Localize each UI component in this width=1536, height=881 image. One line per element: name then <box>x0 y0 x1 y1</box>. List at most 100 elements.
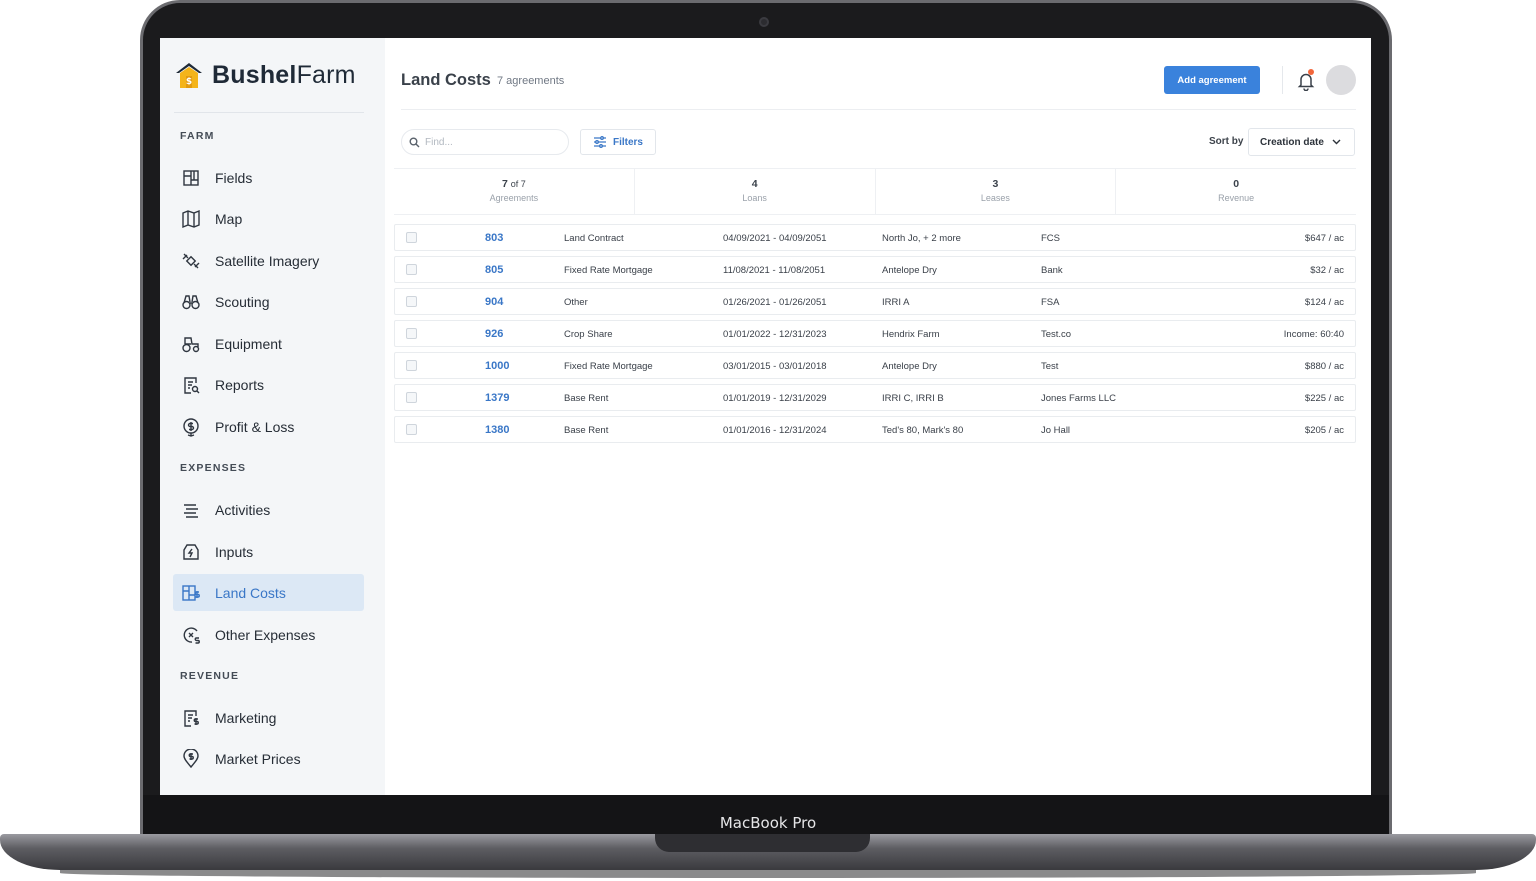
agreement-holder: Bank <box>1041 265 1063 276</box>
agreement-cost: Income: 60:40 <box>1283 329 1344 340</box>
stat-leases[interactable]: 3 Leases <box>876 169 1117 214</box>
row-checkbox[interactable] <box>406 360 417 371</box>
agreement-id-link[interactable]: 803 <box>485 232 503 244</box>
user-avatar[interactable] <box>1326 65 1356 95</box>
agreement-fields: IRRI A <box>882 297 910 308</box>
agreement-fields: IRRI C, IRRI B <box>882 393 944 404</box>
stat-value: 7 <box>501 178 508 190</box>
sidebar-item-label: Market Prices <box>215 750 301 767</box>
nav-section-revenue: REVENUE <box>180 670 240 682</box>
sort-value: Creation date <box>1260 136 1324 148</box>
sidebar-item-profit-loss[interactable]: Profit & Loss <box>173 408 364 445</box>
brand-divider <box>174 112 364 113</box>
table-row[interactable]: 805 Fixed Rate Mortgage 11/08/2021 - 11/… <box>394 256 1356 283</box>
agreement-type: Base Rent <box>564 425 609 436</box>
brand-logo-link[interactable]: $ BushelFarm <box>174 60 356 90</box>
sidebar-item-label: Profit & Loss <box>215 418 295 435</box>
table-row[interactable]: 1380 Base Rent 01/01/2016 - 12/31/2024 T… <box>394 416 1356 443</box>
agreement-holder: FCS <box>1041 233 1060 244</box>
agreements-list: 803 Land Contract 04/09/2021 - 04/09/205… <box>394 224 1356 448</box>
sidebar-item-label: Satellite Imagery <box>215 252 320 269</box>
stat-value: 0 <box>1233 178 1240 190</box>
row-checkbox[interactable] <box>406 232 417 243</box>
agreement-id-link[interactable]: 904 <box>485 296 503 308</box>
filters-label: Filters <box>612 136 643 148</box>
agreement-cost: $32 / ac <box>1310 265 1344 276</box>
agreement-holder: Test.co <box>1041 329 1072 340</box>
agreement-holder: Jones Farms LLC <box>1041 393 1116 404</box>
marketing-icon <box>184 709 199 727</box>
agreement-fields: Antelope Dry <box>882 361 937 372</box>
row-checkbox[interactable] <box>406 264 417 275</box>
row-checkbox[interactable] <box>406 296 417 307</box>
nav-section-farm: FARM <box>180 130 215 142</box>
agreement-id-link[interactable]: 805 <box>485 264 503 276</box>
sidebar-item-reports[interactable]: Reports <box>173 366 364 403</box>
sidebar-item-marketing[interactable]: Marketing <box>173 699 364 736</box>
table-row[interactable]: 803 Land Contract 04/09/2021 - 04/09/205… <box>394 224 1356 251</box>
stat-loans[interactable]: 4 Loans <box>635 169 876 214</box>
search-input[interactable] <box>425 136 565 148</box>
agreement-id-link[interactable]: 1380 <box>485 424 509 436</box>
filters-button[interactable]: Filters <box>580 129 656 155</box>
search-icon <box>409 137 420 147</box>
page-title: Land Costs <box>401 71 491 89</box>
agreement-dates: 01/01/2019 - 12/31/2029 <box>723 393 827 404</box>
brand-name: BushelFarm <box>212 60 356 89</box>
agreement-dates: 03/01/2015 - 03/01/2018 <box>723 361 827 372</box>
sidebar-item-map[interactable]: Map <box>173 200 364 237</box>
table-row[interactable]: 1379 Base Rent 01/01/2019 - 12/31/2029 I… <box>394 384 1356 411</box>
sidebar-item-other-expenses[interactable]: Other Expenses <box>173 616 364 653</box>
sidebar-item-label: Fields <box>215 169 253 186</box>
stat-revenue[interactable]: 0 Revenue <box>1116 169 1356 214</box>
map-icon <box>182 209 200 228</box>
sidebar-item-label: Other Expenses <box>215 626 316 643</box>
stat-label: Agreements <box>489 193 539 203</box>
tractor-icon <box>182 336 200 352</box>
notification-dot <box>1308 69 1314 75</box>
sidebar-item-label: Land Costs <box>215 584 286 601</box>
sidebar-item-label: Map <box>215 210 243 227</box>
sidebar-item-scouting[interactable]: Scouting <box>173 283 364 320</box>
agreement-type: Fixed Rate Mortgage <box>564 361 653 372</box>
sidebar-item-satellite-imagery[interactable]: Satellite Imagery <box>173 242 364 279</box>
sidebar-item-label: Reports <box>215 376 265 393</box>
sidebar-item-land-costs[interactable]: Land Costs <box>173 574 364 611</box>
agreement-id-link[interactable]: 1379 <box>485 392 509 404</box>
agreement-cost: $880 / ac <box>1304 361 1344 372</box>
sidebar-item-label: Scouting <box>215 293 270 310</box>
agreement-id-link[interactable]: 926 <box>485 328 503 340</box>
main-content: Land Costs 7 agreements Add agreement Fi… <box>385 38 1371 795</box>
nav-section-expenses: EXPENSES <box>180 462 247 474</box>
sidebar-item-equipment[interactable]: Equipment <box>173 325 364 362</box>
row-checkbox[interactable] <box>406 328 417 339</box>
add-agreement-button[interactable]: Add agreement <box>1164 66 1260 94</box>
agreement-dates: 11/08/2021 - 11/08/2051 <box>723 265 826 276</box>
sort-dropdown[interactable]: Creation date <box>1248 128 1355 156</box>
agreement-fields: Antelope Dry <box>882 265 937 276</box>
agreement-fields: Ted's 80, Mark's 80 <box>882 425 964 436</box>
table-row[interactable]: 926 Crop Share 01/01/2022 - 12/31/2023 H… <box>394 320 1356 347</box>
table-row[interactable]: 1000 Fixed Rate Mortgage 03/01/2015 - 03… <box>394 352 1356 379</box>
agreement-id-link[interactable]: 1000 <box>485 360 509 372</box>
agreement-cost: $225 / ac <box>1304 393 1344 404</box>
sidebar-item-activities[interactable]: Activities <box>173 491 364 528</box>
header-separator <box>1282 66 1283 94</box>
stat-of: of 7 <box>510 179 526 189</box>
activities-icon <box>184 503 198 518</box>
row-checkbox[interactable] <box>406 392 417 403</box>
inputs-icon <box>183 543 199 560</box>
sidebar-item-inputs[interactable]: Inputs <box>173 533 364 570</box>
sidebar-item-fields[interactable]: Fields <box>173 159 364 196</box>
laptop-notch <box>655 834 870 852</box>
agreement-type: Base Rent <box>564 393 609 404</box>
sidebar-item-market-prices[interactable]: Market Prices <box>173 740 364 777</box>
market-prices-icon <box>183 748 199 768</box>
row-checkbox[interactable] <box>406 424 417 435</box>
land-costs-icon <box>182 584 200 601</box>
stat-agreements[interactable]: 7 of 7 Agreements <box>394 169 635 214</box>
agreement-cost: $647 / ac <box>1304 233 1344 244</box>
sliders-icon <box>593 136 606 148</box>
table-row[interactable]: 904 Other 01/26/2021 - 01/26/2051 IRRI A… <box>394 288 1356 315</box>
agreement-type: Crop Share <box>564 329 613 340</box>
